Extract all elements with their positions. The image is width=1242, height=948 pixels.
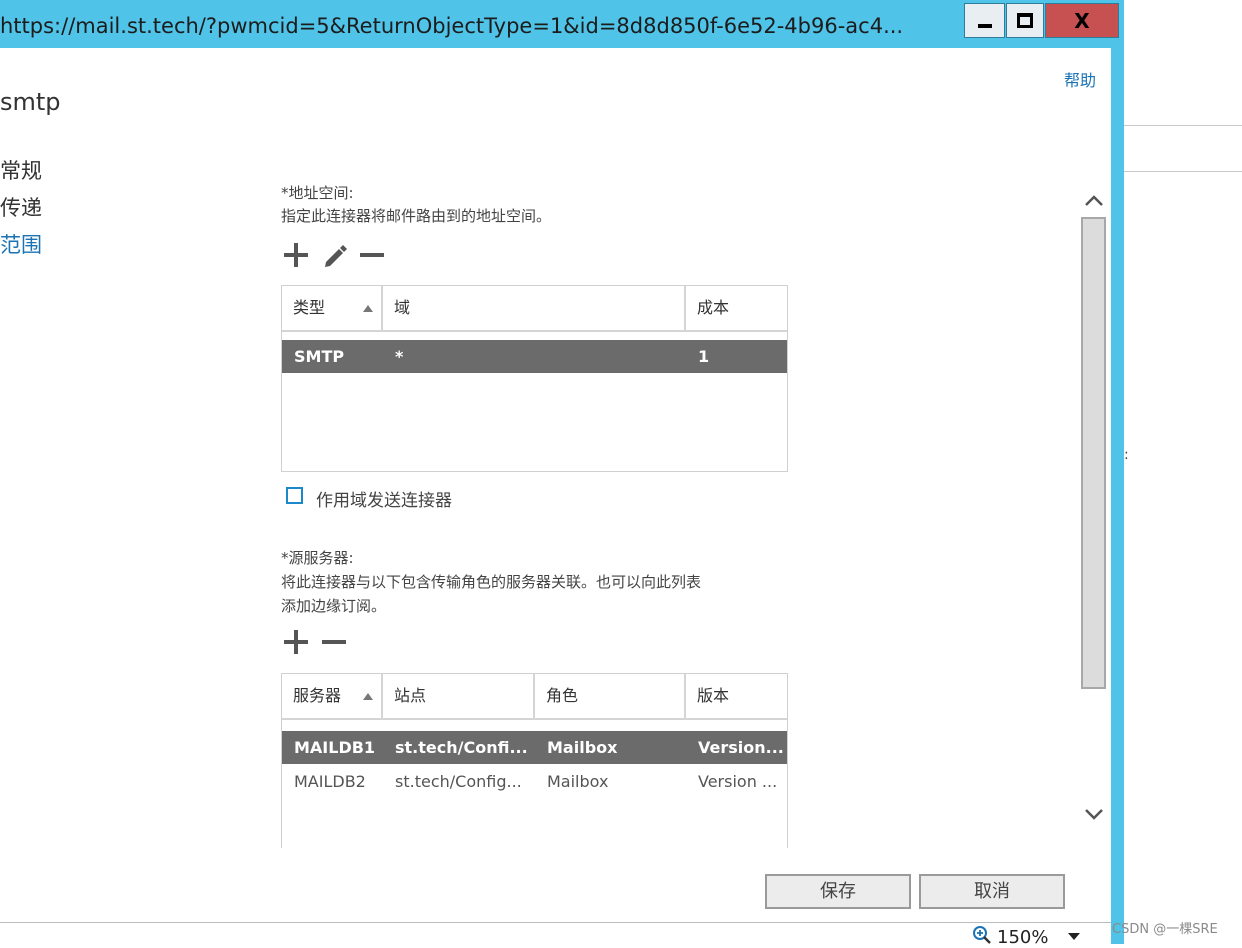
sort-ascending-icon — [363, 693, 373, 700]
status-bar-divider — [0, 922, 1111, 923]
window-frame-edge — [1111, 48, 1124, 944]
help-link[interactable]: 帮助 — [1064, 67, 1096, 91]
scoped-connector-label[interactable]: 作用域发送连接器 — [316, 486, 452, 511]
column-header-site[interactable]: 站点 — [383, 674, 535, 718]
source-servers-description: 将此连接器与以下包含传输角色的服务器关联。也可以向此列表 — [281, 573, 702, 591]
maximize-icon — [1017, 13, 1033, 28]
scrollbar-thumb[interactable] — [1081, 217, 1106, 689]
background-divider — [1124, 171, 1242, 172]
window-url: https://mail.st.tech/?pwmcid=5&ReturnObj… — [0, 14, 904, 38]
scroll-up-icon[interactable] — [1083, 190, 1105, 212]
background-window — [1124, 0, 1242, 944]
address-space-table: 类型 域 成本 SMTP * 1 — [281, 285, 788, 472]
minimize-icon — [977, 23, 992, 28]
cell-version: Version ... — [698, 772, 778, 791]
sort-ascending-icon — [363, 305, 373, 312]
add-icon[interactable] — [284, 630, 308, 654]
column-header-domain[interactable]: 域 — [383, 286, 686, 330]
maximize-button[interactable] — [1006, 3, 1044, 38]
cell-server: MAILDB2 — [294, 772, 366, 791]
column-header-role[interactable]: 角色 — [535, 674, 686, 718]
nav-item-general[interactable]: 常规 — [0, 155, 42, 185]
table-header: 类型 域 成本 — [282, 286, 787, 332]
cell-role: Mailbox — [547, 772, 609, 791]
cell-role: Mailbox — [547, 738, 618, 757]
scoped-connector-checkbox[interactable] — [286, 487, 303, 504]
minimize-button[interactable] — [964, 3, 1005, 38]
cell-cost: 1 — [698, 347, 710, 366]
column-header-type[interactable]: 类型 — [282, 286, 383, 330]
background-divider — [1124, 125, 1242, 126]
cell-type: SMTP — [294, 347, 345, 366]
column-header-version[interactable]: 版本 — [686, 674, 789, 718]
watermark: CSDN @一棵SRE — [1112, 922, 1218, 937]
add-icon[interactable] — [284, 243, 308, 267]
zoom-icon[interactable] — [972, 925, 992, 945]
cell-site: st.tech/Config... — [395, 772, 522, 791]
table-header: 服务器 站点 角色 版本 — [282, 674, 787, 720]
cell-server: MAILDB1 — [294, 738, 376, 757]
column-header-cost[interactable]: 成本 — [686, 286, 789, 330]
close-button[interactable]: X — [1045, 3, 1119, 38]
remove-icon[interactable] — [322, 630, 346, 654]
cell-version: Version... — [698, 738, 784, 757]
cell-site: st.tech/Confi... — [395, 738, 528, 757]
scroll-down-icon[interactable] — [1083, 803, 1105, 825]
page-title: smtp — [0, 88, 61, 116]
address-space-description: 指定此连接器将邮件路由到的地址空间。 — [281, 207, 552, 225]
source-servers-label: *源服务器: — [281, 549, 354, 567]
table-row[interactable]: SMTP * 1 — [282, 340, 787, 373]
remove-icon[interactable] — [360, 243, 384, 267]
chevron-down-icon[interactable] — [1068, 933, 1080, 940]
address-space-label: *地址空间: — [281, 184, 354, 202]
table-row[interactable]: MAILDB2 st.tech/Config... Mailbox Versio… — [282, 765, 787, 798]
nav-item-delivery[interactable]: 传递 — [0, 192, 42, 222]
column-header-server[interactable]: 服务器 — [282, 674, 383, 718]
table-row[interactable]: MAILDB1 st.tech/Confi... Mailbox Version… — [282, 731, 787, 764]
source-servers-description-2: 添加边缘订阅。 — [281, 597, 387, 615]
nav-item-scope[interactable]: 范围 — [0, 229, 42, 259]
edit-icon[interactable] — [322, 242, 348, 268]
cancel-button[interactable]: 取消 — [919, 874, 1065, 909]
close-icon: X — [1074, 8, 1090, 33]
source-servers-table: 服务器 站点 角色 版本 MAILDB1 st.tech/Confi... Ma… — [281, 673, 788, 848]
background-text: : — [1124, 447, 1129, 463]
cell-domain: * — [395, 347, 404, 366]
zoom-level: 150% — [997, 927, 1049, 948]
save-button[interactable]: 保存 — [765, 874, 911, 909]
